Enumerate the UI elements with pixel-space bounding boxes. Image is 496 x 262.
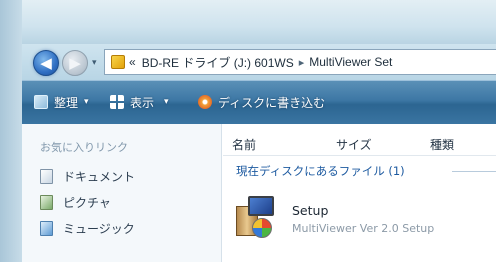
views-label: 表示 — [130, 95, 155, 110]
organize-button[interactable]: 整理 ▾ — [34, 90, 89, 114]
address-overflow-chevron[interactable]: « — [129, 55, 136, 69]
column-header-divider — [223, 155, 496, 156]
arrow-left-icon: ◀ — [40, 54, 52, 72]
burn-label: ディスクに書き込む — [218, 95, 326, 110]
views-icon — [110, 95, 124, 109]
breadcrumb-drive[interactable]: BD-RE ドライブ (J:) 601WS — [142, 54, 294, 71]
arrow-right-icon: ▶ — [69, 54, 81, 72]
chevron-down-icon: ▾ — [84, 97, 89, 107]
chevron-down-icon: ▾ — [164, 97, 169, 107]
column-header-type[interactable]: 種類 — [430, 136, 454, 153]
nav-item-documents[interactable]: ドキュメント — [40, 166, 135, 186]
window-frame-top — [0, 0, 496, 44]
back-button[interactable]: ◀ — [33, 50, 59, 76]
file-name[interactable]: Setup — [292, 203, 328, 218]
setup-installer-icon[interactable] — [236, 196, 276, 238]
column-header-name[interactable]: 名前 — [232, 136, 256, 153]
music-icon — [40, 220, 53, 236]
address-bar[interactable]: « BD-RE ドライブ (J:) 601WS ▸ MultiViewer Se… — [104, 49, 496, 75]
disc-shape — [252, 218, 272, 238]
monitor-shape — [248, 196, 274, 216]
nav-item-music[interactable]: ミュージック — [40, 218, 135, 238]
views-button[interactable]: 表示 ▾ — [110, 90, 169, 114]
nav-item-label: ドキュメント — [63, 169, 136, 184]
column-header-size[interactable]: サイズ — [336, 136, 372, 153]
favorite-links-heading: お気に入りリンク — [40, 141, 128, 154]
drive-icon — [111, 55, 125, 69]
nav-item-pictures[interactable]: ピクチャ — [40, 192, 111, 212]
organize-label: 整理 — [54, 95, 79, 110]
organize-icon — [34, 95, 48, 109]
burn-to-disc-button[interactable]: ディスクに書き込む — [198, 90, 325, 114]
breadcrumb-folder[interactable]: MultiViewer Set — [309, 55, 392, 69]
breadcrumb-separator[interactable]: ▸ — [299, 56, 305, 69]
nav-item-label: ピクチャ — [63, 195, 111, 210]
pictures-icon — [40, 194, 53, 210]
group-header-rule — [452, 171, 496, 172]
group-header[interactable]: 現在ディスクにあるファイル (1) — [236, 163, 405, 179]
documents-icon — [40, 168, 53, 184]
window-frame-left — [0, 0, 22, 262]
burn-disc-icon — [198, 95, 212, 109]
file-description: MultiViewer Ver 2.0 Setup — [292, 222, 435, 235]
nav-item-label: ミュージック — [63, 221, 135, 236]
forward-button[interactable]: ▶ — [62, 50, 88, 76]
recent-pages-dropdown[interactable]: ▾ — [92, 58, 97, 68]
